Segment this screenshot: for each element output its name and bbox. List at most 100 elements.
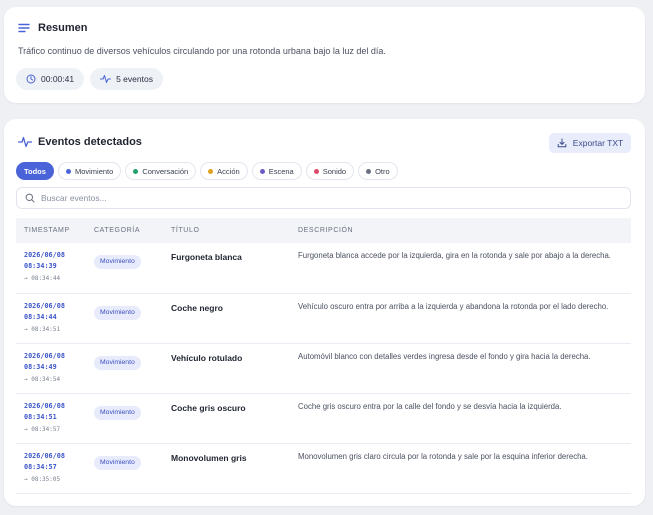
category-dot-icon — [313, 168, 319, 174]
timestamp-time: 08:34:39 — [24, 262, 57, 270]
download-icon — [557, 138, 567, 148]
event-description: Vehículo oscuro entra por arriba a la iz… — [298, 301, 609, 311]
timestamp-date: 2026/06/08 — [24, 351, 65, 360]
events-count-chip: 5 eventos — [90, 68, 163, 90]
event-description: Automóvil blanco con detalles verdes ing… — [298, 351, 591, 361]
category-dot-icon — [208, 168, 214, 174]
timestamp-end: → 08:34:44 — [24, 275, 61, 282]
event-description: Coche gris oscuro entra por la calle del… — [298, 401, 562, 411]
event-title: Monovolumen gris — [171, 452, 247, 463]
clock-icon — [26, 74, 36, 84]
category-badge: Movimiento — [94, 355, 141, 370]
events-card: Eventos detectados Exportar TXT Todos Mov… — [4, 119, 645, 506]
category-badge: Movimiento — [94, 455, 141, 470]
table-row[interactable]: 2026/06/08 08:34:57 → 08:35:05 Movimiento Mo… — [16, 443, 631, 493]
description-cell: Vehículo oscuro entra por arriba a la iz… — [290, 293, 631, 343]
filter-label: Todos — [24, 166, 46, 176]
timestamp-date: 2026/06/08 — [24, 301, 65, 310]
timestamp-cell: 2026/06/08 08:34:57 → 08:35:05 — [16, 443, 86, 493]
filter-sonido[interactable]: Sonido — [305, 162, 355, 180]
filter-conversacion[interactable]: Conversación — [125, 162, 197, 180]
timestamp-date: 2026/06/08 — [24, 401, 65, 410]
timestamp-cell: 2026/06/08 08:34:49 → 08:34:54 — [16, 343, 86, 393]
event-title: Coche negro — [171, 302, 223, 313]
summary-title: Resumen — [38, 22, 88, 34]
category-cell: Movimiento — [86, 293, 163, 343]
timestamp-cell: 2026/06/08 08:34:44 → 08:34:51 — [16, 293, 86, 343]
timestamp-end: → 08:35:05 — [24, 475, 61, 483]
table-row[interactable]: 2026/06/08 08:34:44 → 08:34:51 Movimiento Co… — [16, 293, 631, 343]
category-dot-icon — [366, 168, 372, 174]
filter-label: Movimiento — [74, 166, 114, 176]
category-badge: Movimiento — [94, 255, 141, 269]
export-txt-button[interactable]: Exportar TXT — [549, 133, 631, 153]
timestamp-cell: 2026/06/08 08:34:51 → 08:34:57 — [16, 393, 86, 443]
description-cell: Coche gris oscuro entra por la calle del… — [290, 393, 631, 443]
category-cell: Movimiento — [86, 343, 163, 393]
summary-header: Resumen — [18, 22, 88, 34]
title-cell: Monovolumen gris — [163, 443, 290, 493]
category-cell: Movimiento — [86, 443, 163, 493]
timestamp-time: 08:34:51 — [24, 412, 57, 421]
column-header-title[interactable]: TÍTULO — [163, 218, 290, 243]
summary-card: Resumen Tráfico continuo de diversos veh… — [4, 7, 645, 103]
timestamp-end: → 08:34:57 — [24, 425, 61, 433]
event-description: Furgoneta blanca accede por la izquierda… — [298, 251, 611, 260]
title-cell: Coche negro — [163, 293, 290, 343]
activity-icon — [100, 74, 112, 84]
title-cell: Coche gris oscuro — [163, 393, 290, 443]
filter-label: Conversación — [142, 166, 189, 176]
event-title: Furgoneta blanca — [171, 252, 242, 262]
filter-otro[interactable]: Otro — [358, 162, 398, 180]
category-badge: Movimiento — [94, 405, 141, 420]
category-dot-icon — [133, 168, 139, 174]
description-cell: Automóvil blanco con detalles verdes ing… — [290, 343, 631, 393]
timestamp-cell: 2026/06/08 08:34:39 → 08:34:44 — [16, 243, 86, 293]
timestamp-time: 08:34:44 — [24, 312, 57, 321]
export-label: Exportar TXT — [572, 138, 624, 148]
filter-movimiento[interactable]: Movimiento — [57, 162, 122, 180]
description-cell: Furgoneta blanca accede por la izquierda… — [290, 243, 631, 293]
timestamp-date: 2026/06/08 — [24, 251, 65, 259]
timestamp-end: → 08:34:54 — [24, 375, 61, 383]
description-cell: Monovolumen gris claro circula por la ro… — [290, 443, 631, 493]
column-header-timestamp[interactable]: TIMESTAMP — [16, 218, 86, 243]
timestamp-end: → 08:34:51 — [24, 325, 61, 333]
search-box[interactable] — [16, 187, 631, 209]
timestamp-time: 08:34:57 — [24, 462, 57, 471]
title-cell: Furgoneta blanca — [163, 243, 290, 293]
events-header: Eventos detectados — [18, 136, 142, 148]
summary-description: Tráfico continuo de diversos vehículos c… — [18, 46, 386, 56]
duration-chip: 00:00:41 — [16, 68, 85, 90]
filter-label: Acción — [217, 166, 240, 176]
column-header-category[interactable]: CATEGORÍA — [86, 218, 163, 243]
category-dot-icon — [65, 168, 71, 174]
timestamp-date: 2026/06/08 — [24, 451, 65, 460]
filter-label: Sonido — [322, 166, 347, 176]
activity-icon — [18, 136, 32, 148]
category-cell: Movimiento — [86, 393, 163, 443]
events-count-value: 5 eventos — [116, 74, 153, 84]
filter-label: Otro — [375, 166, 390, 176]
search-icon — [25, 193, 35, 203]
filter-todos[interactable]: Todos — [16, 162, 54, 180]
column-header-description[interactable]: DESCRIPCIÓN — [290, 218, 631, 243]
search-input[interactable] — [41, 193, 601, 203]
lines-icon — [18, 23, 30, 33]
category-dot-icon — [259, 168, 265, 174]
table-row[interactable]: 2026/06/08 08:34:39 → 08:34:44 Movimiento Fu… — [16, 243, 631, 293]
table-header-row: TIMESTAMP CATEGORÍA TÍTULO DESCRIPCIÓN — [16, 218, 631, 243]
event-title: Vehículo rotulado — [171, 352, 243, 363]
duration-value: 00:00:41 — [41, 74, 75, 84]
filter-escena[interactable]: Escena — [251, 162, 302, 180]
events-table: TIMESTAMP CATEGORÍA TÍTULO DESCRIPCIÓN 2… — [16, 218, 631, 494]
table-row[interactable]: 2026/06/08 08:34:51 → 08:34:57 Movimiento Co… — [16, 393, 631, 443]
filter-accion[interactable]: Acción — [200, 162, 248, 180]
category-badge: Movimiento — [94, 305, 141, 320]
table-row[interactable]: 2026/06/08 08:34:49 → 08:34:54 Movimiento Ve… — [16, 343, 631, 393]
filter-label: Escena — [268, 166, 294, 176]
events-title: Eventos detectados — [38, 136, 142, 148]
event-title: Coche gris oscuro — [171, 402, 246, 413]
category-filters: Todos Movimiento Conversación Acción Escena S… — [16, 162, 398, 180]
event-description: Monovolumen gris claro circula por la ro… — [298, 451, 588, 461]
